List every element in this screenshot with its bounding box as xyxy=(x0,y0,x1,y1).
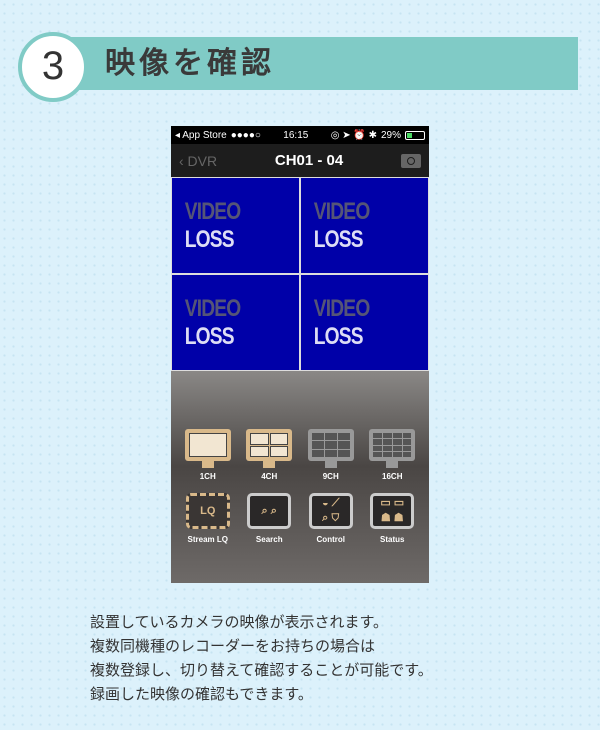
video-loss-label: LOSS xyxy=(184,225,235,253)
status-icons: ◎ ➤ ⏰ ✱ xyxy=(330,129,377,141)
nav-bar: ‹ DVR CH01 - 04 xyxy=(171,144,429,177)
monitor-icon xyxy=(246,429,293,461)
status-bar: ◂ App Store ●●●●○ 16:15 ◎ ➤ ⏰ ✱ 29% xyxy=(171,126,429,144)
button-label: 1CH xyxy=(199,472,216,481)
step-number: 3 xyxy=(18,32,88,102)
back-to-app-store[interactable]: ◂ App Store xyxy=(175,130,227,141)
clock: 16:15 xyxy=(283,129,309,141)
camera-icon[interactable] xyxy=(401,153,421,168)
video-loss-label: VIDEO xyxy=(184,197,242,225)
video-tile-3[interactable]: VIDEO LOSS xyxy=(172,275,299,370)
button-label: 16CH xyxy=(382,472,403,481)
button-label: Search xyxy=(255,535,283,544)
search-button[interactable]: ⌕ ⌕ Search xyxy=(240,489,298,544)
9ch-button[interactable]: 9CH xyxy=(302,429,360,481)
video-loss-label: LOSS xyxy=(313,225,364,253)
signal-icon: ●●●●○ xyxy=(230,129,261,141)
video-tile-4[interactable]: VIDEO LOSS xyxy=(301,275,428,370)
monitor-icon xyxy=(369,429,416,461)
film-icon: LQ xyxy=(185,493,230,529)
video-grid: VIDEO LOSS VIDEO LOSS VIDEO LOSS VIDEO L… xyxy=(171,177,429,371)
description: 設置しているカメラの映像が表示されます。 複数同機種のレコーダーをお持ちの場合は… xyxy=(90,610,433,706)
1ch-button[interactable]: 1CH xyxy=(179,429,237,481)
description-line: 複数同機種のレコーダーをお持ちの場合は xyxy=(90,637,376,655)
16ch-button[interactable]: 16CH xyxy=(363,429,421,481)
battery-icon xyxy=(405,130,425,140)
video-loss-label: VIDEO xyxy=(313,294,371,322)
video-loss-label: LOSS xyxy=(184,322,235,350)
video-loss-label: LOSS xyxy=(313,322,364,350)
control-button[interactable]: ◒ ⟋ ⌕ ⛉ Control xyxy=(302,489,360,544)
status-icon: ▭ ▭ ☗ ☗ xyxy=(370,493,415,529)
phone-screenshot: ◂ App Store ●●●●○ 16:15 ◎ ➤ ⏰ ✱ 29% ‹ DV… xyxy=(171,126,429,583)
description-line: 設置しているカメラの映像が表示されます。 xyxy=(90,613,389,631)
status-button[interactable]: ▭ ▭ ☗ ☗ Status xyxy=(363,489,421,544)
video-tile-1[interactable]: VIDEO LOSS xyxy=(172,178,299,273)
button-label: Status xyxy=(380,535,405,544)
button-label: 4CH xyxy=(261,472,278,481)
search-icon: ⌕ ⌕ xyxy=(247,493,292,529)
step-title: 映像を確認 xyxy=(105,46,275,81)
monitor-icon xyxy=(307,429,354,461)
button-label: 9CH xyxy=(322,472,339,481)
4ch-button[interactable]: 4CH xyxy=(240,429,298,481)
control-panel: 1CH 4CH 9CH 16CH LQ Stream LQ ⌕ ⌕ Search ◒… xyxy=(171,371,429,583)
video-loss-label: VIDEO xyxy=(184,294,242,322)
battery-percent: 29% xyxy=(380,129,401,141)
back-button[interactable]: ‹ DVR xyxy=(179,153,217,169)
video-loss-label: VIDEO xyxy=(313,197,371,225)
control-icon: ◒ ⟋ ⌕ ⛉ xyxy=(308,493,353,529)
nav-title: CH01 - 04 xyxy=(274,152,344,169)
monitor-icon xyxy=(184,429,231,461)
video-tile-2[interactable]: VIDEO LOSS xyxy=(301,178,428,273)
description-line: 複数登録し、切り替えて確認することが可能です。 xyxy=(90,661,433,679)
description-line: 録画した映像の確認もできます。 xyxy=(90,685,313,703)
button-label: Stream LQ xyxy=(187,535,228,544)
button-label: Control xyxy=(316,535,345,544)
stream-lq-button[interactable]: LQ Stream LQ xyxy=(179,489,237,544)
